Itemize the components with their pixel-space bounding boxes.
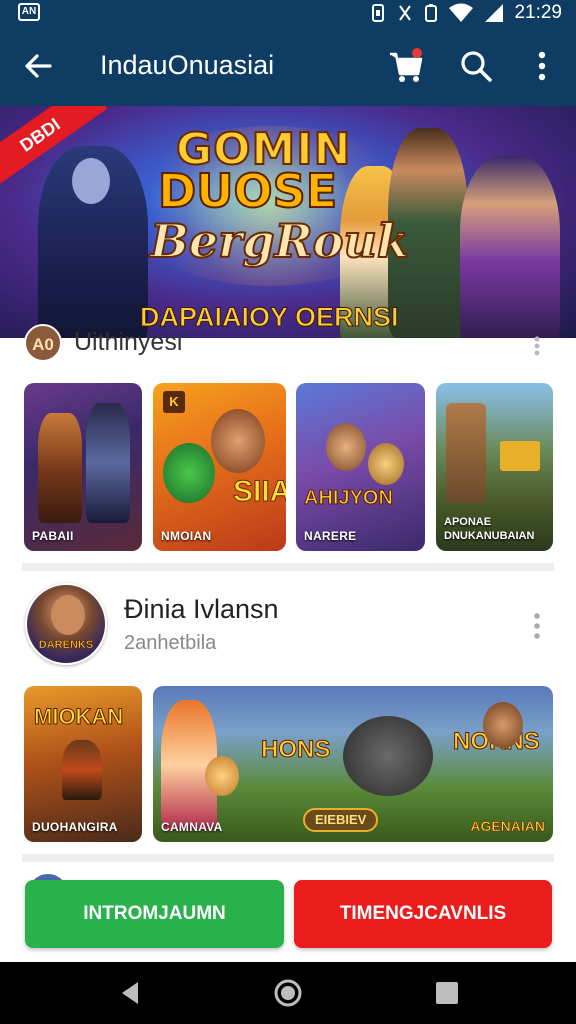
game-tile-6[interactable]: HONS EIEBIEV NOKNS CAMNAVA AGENAIAN [153, 686, 553, 842]
channel-subtitle: 2anhetbila [124, 632, 217, 654]
battery-saver-icon [425, 4, 438, 22]
tile-badge: K [163, 391, 185, 413]
tile-character [163, 443, 215, 503]
back-button[interactable] [20, 48, 56, 84]
tile-title: MIOKAN [33, 704, 124, 730]
avatar[interactable]: A0 [24, 324, 62, 362]
status-time: 21:29 [514, 2, 562, 23]
tile-art-text: SIIA [232, 475, 286, 509]
game-tile-5[interactable]: MIOKAN DUOHANGIRA [24, 686, 142, 842]
tile-title: HONS [260, 736, 331, 764]
hero-character-right [460, 156, 560, 338]
nav-home-icon[interactable] [273, 978, 303, 1008]
tile-art-text: AHIJYON [304, 487, 394, 510]
wifi-icon [449, 3, 474, 22]
tile-character [86, 403, 130, 523]
avatar-face [51, 595, 85, 635]
tile-label: NARERE [304, 529, 357, 543]
nav-back-icon[interactable] [116, 978, 146, 1008]
tile-label: PABAII [32, 529, 74, 543]
channel-name: Đinia Ivlansn [124, 594, 279, 624]
hero-banner[interactable]: DBDI GOMIN DUOSE BergRouk DAPAIAIOY OERN… [0, 106, 576, 338]
vibrate-icon [399, 5, 412, 21]
more-vert-icon [538, 51, 546, 81]
section-title: Uithinyesi [74, 328, 183, 356]
secondary-action-button[interactable]: TIMENGJCAVNLIS [294, 880, 552, 948]
tile-character [38, 413, 82, 523]
hero-character-left-face [72, 158, 110, 204]
signal-icon [485, 4, 504, 22]
game-tile-3[interactable]: AHIJYON NARERE [296, 383, 425, 551]
tile-label: APONAE DNUKANUBAIAN [444, 516, 535, 542]
app-title: IndauOnuasiai [100, 50, 275, 80]
tile-center-badge: EIEBIEV [303, 808, 379, 832]
hero-title-line3: BergRouk [149, 213, 410, 269]
avatar-text: DARENKS [38, 639, 94, 652]
tile-building [446, 403, 486, 503]
tile-label: CAMNAVA [161, 820, 223, 834]
status-icons: 21:29 [370, 2, 562, 24]
game-tile-4[interactable]: APONAE DNUKANUBAIAN [436, 383, 553, 551]
cart-badge [412, 48, 422, 58]
app-bar: IndauOnuasiai [0, 26, 576, 106]
tile-character [62, 740, 102, 800]
hero-title-line2: DUOSE [157, 163, 338, 219]
system-nav-bar [0, 962, 576, 1024]
tile-character [211, 409, 265, 473]
tile-right-label: AGENAIAN [470, 818, 545, 835]
arrow-left-icon [25, 54, 52, 78]
section1-header: A0 Uithinyesi [22, 324, 562, 362]
more-vert-icon[interactable] [534, 612, 540, 640]
tile-label: NMOIAN [161, 529, 212, 543]
game-tile-2[interactable]: K SIIA NMOIAN [153, 383, 286, 551]
game-tile-1[interactable]: PABAII [24, 383, 142, 551]
more-button[interactable] [528, 48, 556, 84]
tile-character [483, 702, 523, 748]
avatar[interactable]: DARENKS [25, 583, 107, 665]
tile-creature [343, 716, 433, 796]
app-notification-icon: AN [18, 3, 40, 21]
sync-icon [372, 4, 385, 22]
tile-sign [500, 441, 540, 471]
tile-character [205, 756, 239, 796]
tile-character [326, 423, 366, 471]
cart-button[interactable] [386, 46, 426, 86]
section-divider [22, 854, 554, 862]
tile-character [368, 443, 404, 485]
tile-label: DUOHANGIRA [32, 820, 118, 834]
more-vert-icon[interactable] [534, 336, 540, 356]
section-divider [22, 563, 554, 571]
search-button[interactable] [458, 48, 494, 84]
primary-action-button[interactable]: INTROMJAUMN [25, 880, 284, 948]
search-icon [461, 51, 492, 82]
status-bar: AN 21:29 [0, 0, 576, 26]
nav-recents-icon[interactable] [432, 978, 462, 1008]
